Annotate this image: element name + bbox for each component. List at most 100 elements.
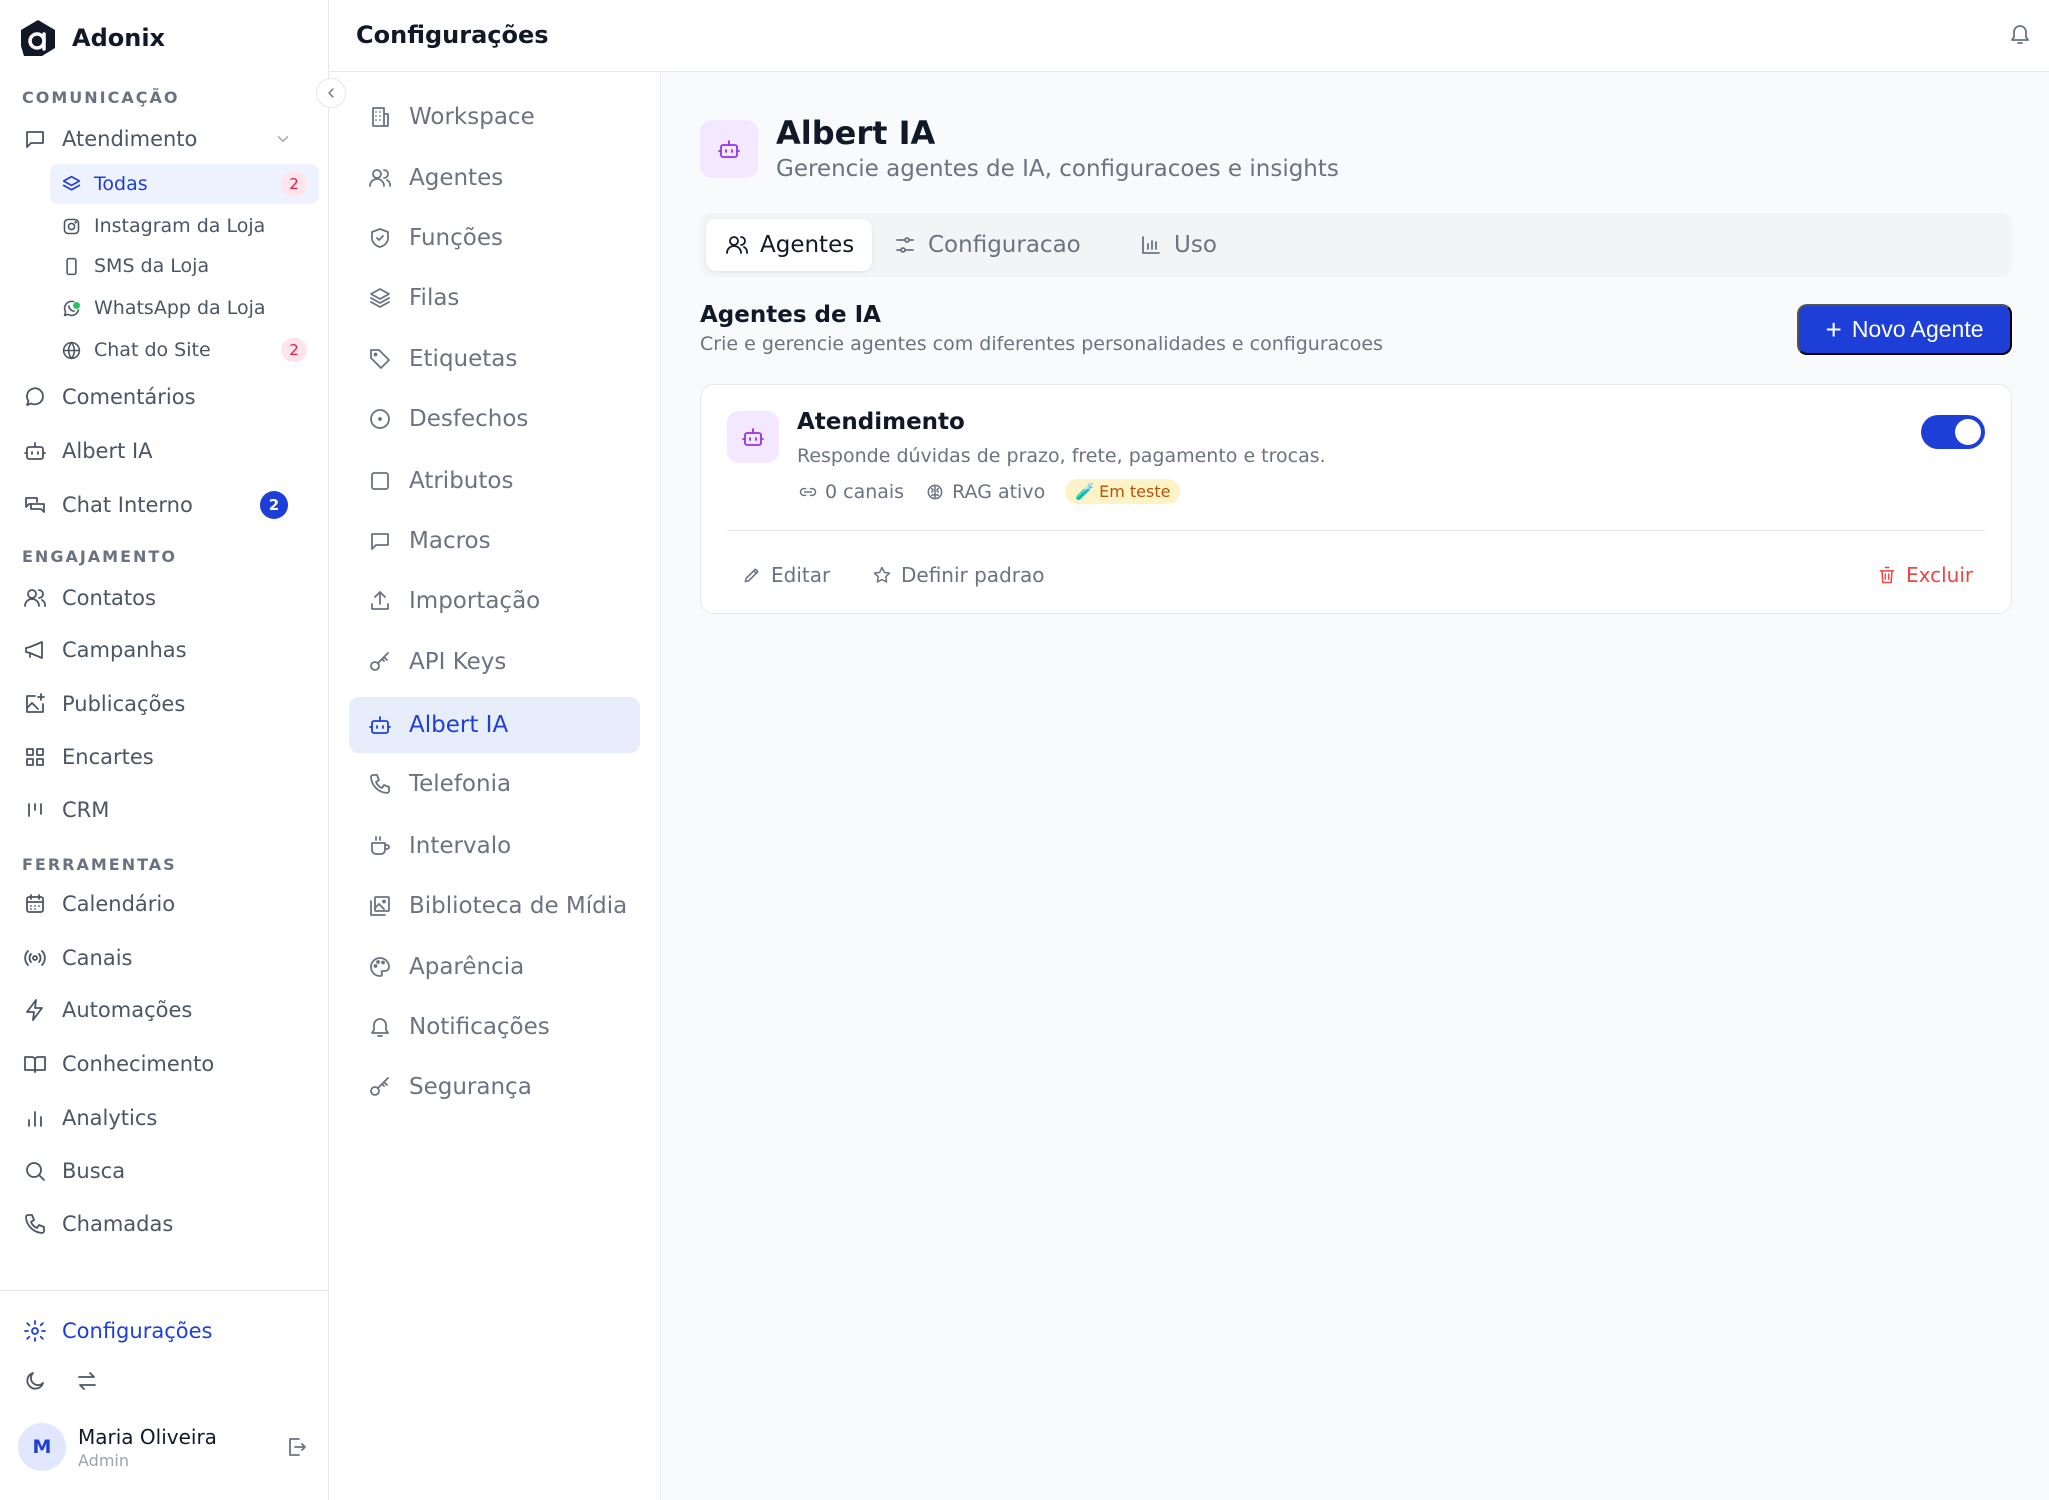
settings-item-aparencia[interactable]: Aparência — [349, 939, 640, 995]
settings-item-macros[interactable]: Macros — [349, 513, 640, 569]
bell-icon — [367, 1014, 393, 1040]
whatsapp-icon — [60, 297, 82, 319]
sidebar-item-chat-interno[interactable]: Chat Interno 2 — [20, 483, 310, 527]
sidebar-item-albert-ia[interactable]: Albert IA — [20, 429, 310, 473]
zap-icon — [22, 997, 48, 1023]
settings-item-label: Notificações — [409, 1014, 550, 1040]
top-header: Configurações — [330, 0, 2049, 72]
new-agent-label: Novo Agente — [1851, 316, 1984, 342]
settings-item-importacao[interactable]: Importação — [349, 573, 640, 629]
sub-item-instagram[interactable]: Instagram da Loja — [50, 206, 319, 246]
sidebar-utilities — [22, 1368, 100, 1394]
tab-label: Uso — [1174, 232, 1217, 258]
new-agent-button[interactable]: + Novo Agente — [1797, 304, 2012, 355]
edit-button[interactable]: Editar — [741, 555, 830, 595]
sidebar-item-canais[interactable]: Canais — [20, 936, 310, 980]
square-icon — [367, 468, 393, 494]
user-name: Maria Oliveira — [78, 1424, 217, 1449]
tab-uso[interactable]: Uso — [1120, 219, 1235, 271]
settings-item-telefonia[interactable]: Telefonia — [349, 756, 640, 812]
settings-item-atributos[interactable]: Atributos — [349, 453, 640, 509]
agent-description: Responde dúvidas de prazo, frete, pagame… — [797, 445, 1326, 467]
sidebar-item-label: Publicações — [62, 692, 186, 716]
avatar: M — [18, 1423, 66, 1471]
tab-bar: Agentes Configuracao Uso — [700, 213, 2012, 277]
switch-arrows-icon[interactable] — [74, 1368, 100, 1394]
sub-item-whatsapp[interactable]: WhatsApp da Loja — [50, 288, 319, 328]
circle-dot-icon — [367, 406, 393, 432]
tab-configuracao[interactable]: Configuracao — [874, 219, 1099, 271]
sidebar-item-campanhas[interactable]: Campanhas — [20, 628, 310, 672]
sub-item-label: SMS da Loja — [94, 255, 210, 277]
user-profile[interactable]: M Maria Oliveira Admin — [18, 1422, 310, 1472]
logout-icon[interactable] — [284, 1434, 310, 1460]
settings-item-notificacoes[interactable]: Notificações — [349, 999, 640, 1055]
settings-item-biblioteca-midia[interactable]: Biblioteca de Mídia — [349, 878, 640, 934]
sub-item-label: Instagram da Loja — [94, 215, 266, 237]
palette-icon — [367, 954, 393, 980]
sidebar-item-label: Chamadas — [62, 1212, 174, 1236]
settings-item-agentes[interactable]: Agentes — [349, 150, 640, 206]
settings-item-workspace[interactable]: Workspace — [349, 89, 640, 145]
agents-section-description: Crie e gerencie agentes com diferentes p… — [700, 333, 1383, 355]
tag-icon — [367, 346, 393, 372]
sidebar-item-label: Campanhas — [62, 638, 187, 662]
settings-item-albert-ia[interactable]: Albert IA — [349, 697, 640, 753]
rag-status: RAG ativo — [952, 480, 1046, 503]
sidebar-item-label: Encartes — [62, 745, 154, 769]
collapse-sidebar-button[interactable] — [316, 78, 346, 108]
section-label-engajamento: ENGAJAMENTO — [22, 547, 177, 566]
sidebar-item-atendimento[interactable]: Atendimento — [20, 117, 310, 161]
image-plus-icon — [22, 691, 48, 717]
sidebar-item-label: Configurações — [62, 1319, 213, 1343]
sidebar-item-busca[interactable]: Busca — [20, 1149, 310, 1193]
settings-item-etiquetas[interactable]: Etiquetas — [349, 331, 640, 387]
sidebar-item-comentarios[interactable]: Comentários — [20, 375, 310, 419]
settings-item-desfechos[interactable]: Desfechos — [349, 391, 640, 447]
settings-item-filas[interactable]: Filas — [349, 270, 640, 326]
brand[interactable]: Adonix — [18, 18, 165, 58]
channels-count: 0 canais — [825, 480, 905, 503]
delete-button[interactable]: Excluir — [1876, 555, 1973, 595]
sidebar-item-analytics[interactable]: Analytics — [20, 1096, 310, 1140]
phone-icon — [22, 1211, 48, 1237]
adonix-logo-icon — [21, 20, 55, 56]
sidebar-item-label: Calendário — [62, 892, 176, 916]
tab-agentes[interactable]: Agentes — [706, 219, 873, 271]
sidebar-item-automacoes[interactable]: Automações — [20, 988, 310, 1032]
sidebar-item-calendario[interactable]: Calendário — [20, 882, 310, 926]
sidebar-item-chamadas[interactable]: Chamadas — [20, 1202, 310, 1246]
sub-item-todas[interactable]: Todas 2 — [50, 164, 319, 204]
set-default-button[interactable]: Definir padrao — [871, 555, 1044, 595]
key-icon — [367, 649, 393, 675]
search-icon — [22, 1158, 48, 1184]
key-icon — [367, 1074, 393, 1100]
agent-rag: RAG ativo — [924, 481, 1045, 503]
sidebar-item-publicacoes[interactable]: Publicações — [20, 682, 310, 726]
settings-item-label: Funções — [409, 225, 503, 251]
settings-item-seguranca[interactable]: Segurança — [349, 1059, 640, 1115]
chevron-down-icon[interactable] — [270, 126, 296, 152]
sub-item-chat-site[interactable]: Chat do Site 2 — [50, 330, 319, 370]
sidebar-item-crm[interactable]: CRM — [20, 788, 310, 832]
bell-icon[interactable] — [2007, 21, 2033, 47]
sub-item-label: WhatsApp da Loja — [94, 297, 266, 319]
status-label: Em teste — [1099, 482, 1171, 501]
sidebar-item-configuracoes[interactable]: Configurações — [20, 1309, 310, 1353]
sidebar-item-contatos[interactable]: Contatos — [20, 576, 310, 620]
layers-icon — [367, 285, 393, 311]
settings-item-api-keys[interactable]: API Keys — [349, 634, 640, 690]
sub-item-sms[interactable]: SMS da Loja — [50, 246, 319, 286]
settings-item-label: Etiquetas — [409, 346, 518, 372]
settings-item-intervalo[interactable]: Intervalo — [349, 818, 640, 874]
plus-icon: + — [1825, 313, 1842, 345]
message-square-icon — [22, 126, 48, 152]
settings-item-funcoes[interactable]: Funções — [349, 210, 640, 266]
moon-icon[interactable] — [22, 1368, 48, 1394]
grid-icon — [22, 744, 48, 770]
sidebar-item-encartes[interactable]: Encartes — [20, 735, 310, 779]
sidebar-item-conhecimento[interactable]: Conhecimento — [20, 1042, 310, 1086]
chat-icon — [22, 492, 48, 518]
settings-item-label: Telefonia — [409, 771, 512, 797]
agent-enabled-toggle[interactable] — [1921, 415, 1985, 449]
